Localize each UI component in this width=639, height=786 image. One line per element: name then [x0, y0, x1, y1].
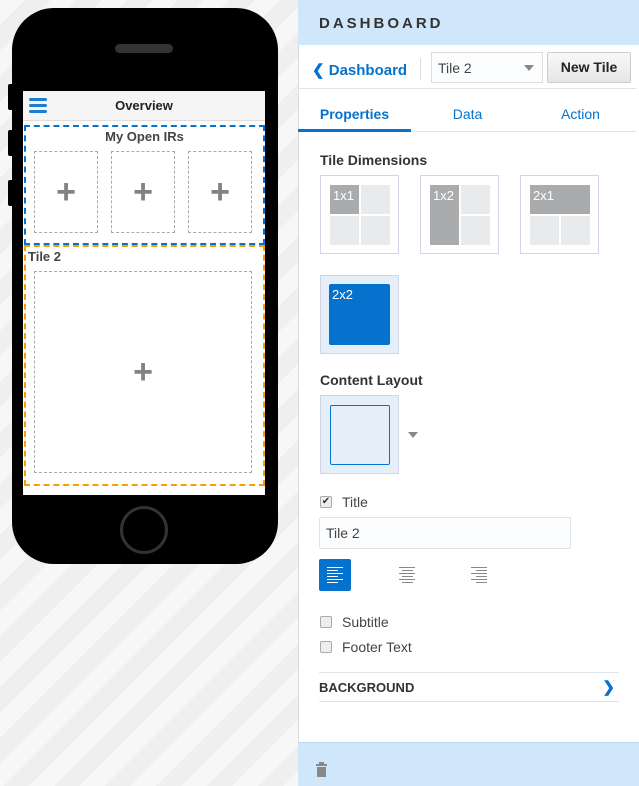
trash-icon[interactable] — [316, 762, 327, 778]
chevron-right-icon: ❯ — [602, 679, 615, 696]
new-tile-button[interactable]: New Tile — [547, 52, 631, 83]
subtitle-checkbox-row[interactable]: Subtitle — [320, 614, 389, 630]
grid-cell — [330, 216, 359, 245]
align-center-button[interactable] — [391, 559, 423, 591]
panel-title: DASHBOARD — [319, 15, 444, 32]
add-slot[interactable]: + — [34, 151, 98, 233]
footer-text-checkbox-label: Footer Text — [342, 639, 412, 655]
screen-title: Overview — [115, 98, 173, 113]
grid-cell — [361, 185, 390, 214]
dimension-label: 1x2 — [430, 185, 459, 245]
title-checkbox-label: Title — [342, 494, 368, 510]
dimension-label: 2x2 — [329, 284, 390, 345]
divider — [420, 58, 421, 80]
plus-icon: + — [133, 172, 153, 211]
plus-icon: + — [133, 352, 153, 391]
layout-preview — [330, 405, 390, 465]
back-to-dashboard-link[interactable]: ❮ Dashboard — [312, 61, 407, 79]
home-button — [120, 506, 168, 554]
tile-dimensions-label: Tile Dimensions — [320, 152, 428, 168]
dimension-1x2[interactable]: 1x2 — [420, 175, 499, 254]
dimension-1x1[interactable]: 1x1 — [320, 175, 399, 254]
panel-footer — [298, 742, 639, 786]
caret-down-icon — [524, 65, 534, 71]
tile-title: My Open IRs — [105, 129, 184, 144]
add-slot[interactable]: + — [34, 271, 252, 473]
plus-icon: + — [56, 172, 76, 211]
dimension-label: 2x1 — [530, 185, 590, 214]
tab-properties[interactable]: Properties — [298, 106, 411, 122]
background-label: BACKGROUND — [319, 680, 415, 695]
phone-side-button — [8, 84, 14, 110]
plus-icon: + — [210, 172, 230, 211]
dimension-label: 1x1 — [330, 185, 359, 214]
back-label: Dashboard — [328, 62, 408, 79]
align-right-button[interactable] — [463, 559, 495, 591]
footer-checkbox-row[interactable]: Footer Text — [320, 639, 412, 655]
add-slot[interactable]: + — [188, 151, 252, 233]
grid-cell — [561, 216, 590, 245]
chevron-left-icon: ❮ — [312, 62, 325, 79]
content-layout-option[interactable] — [320, 395, 399, 474]
grid-cell — [461, 216, 490, 245]
phone-speaker — [115, 44, 173, 53]
footer-text-checkbox[interactable] — [320, 641, 332, 653]
tab-data[interactable]: Data — [411, 106, 524, 122]
subtitle-checkbox[interactable] — [320, 616, 332, 628]
subtitle-checkbox-label: Subtitle — [342, 614, 389, 630]
phone-side-button — [8, 180, 14, 206]
tile-select[interactable]: Tile 2 — [431, 52, 543, 83]
tile-select-value: Tile 2 — [438, 60, 472, 76]
active-tab-indicator — [298, 129, 411, 132]
dimension-2x2-selected[interactable]: 2x2 — [320, 275, 399, 354]
title-checkbox[interactable]: ✔ — [320, 496, 332, 508]
tab-action[interactable]: Action — [524, 106, 637, 122]
phone-side-button — [8, 130, 14, 156]
grid-cell — [461, 185, 490, 214]
grid-cell — [530, 216, 559, 245]
dimension-2x1[interactable]: 2x1 — [520, 175, 599, 254]
title-checkbox-row[interactable]: ✔ Title — [320, 494, 368, 510]
layout-dropdown-caret-icon[interactable] — [408, 432, 418, 438]
add-slot[interactable]: + — [111, 151, 175, 233]
grid-cell — [361, 216, 390, 245]
content-layout-label: Content Layout — [320, 372, 423, 388]
title-input[interactable] — [319, 517, 571, 549]
background-section[interactable]: BACKGROUND ❯ — [319, 672, 619, 702]
tab-bar: Properties Data Action — [298, 88, 636, 132]
align-left-button[interactable] — [319, 559, 351, 591]
tile-title: Tile 2 — [28, 249, 62, 264]
